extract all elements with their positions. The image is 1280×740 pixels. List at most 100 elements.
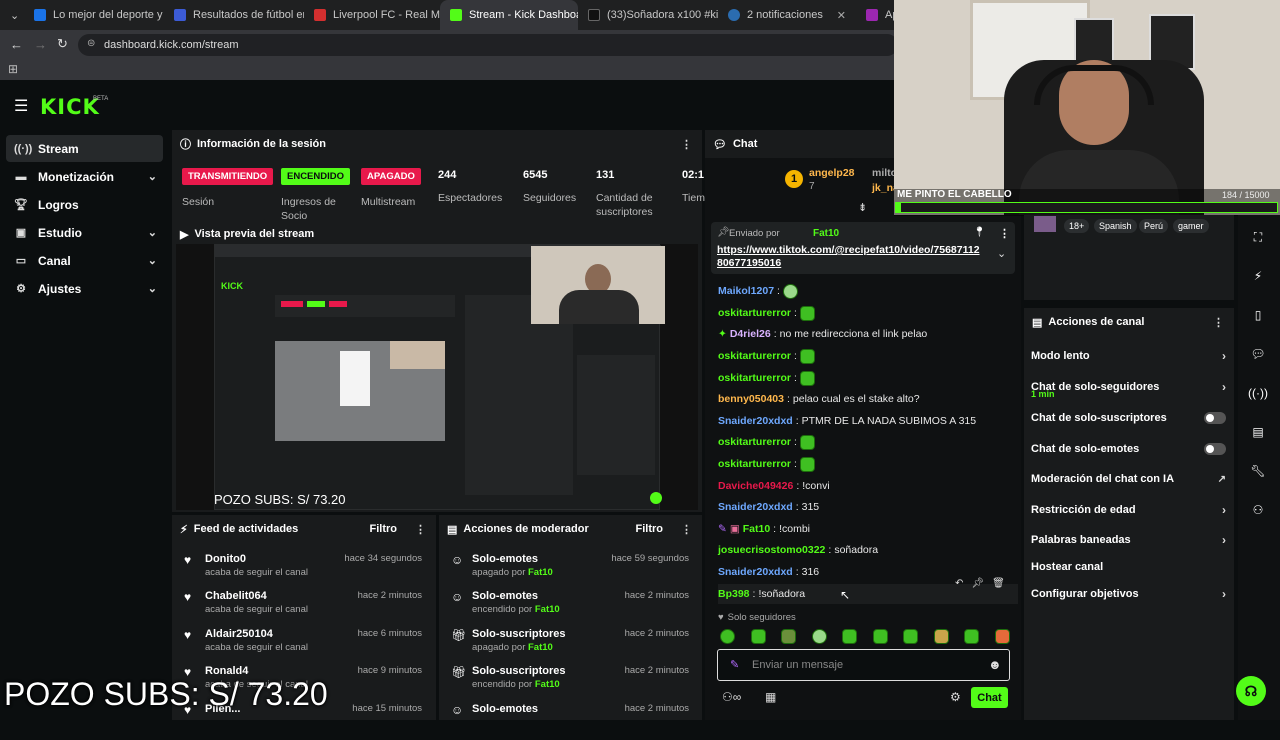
expand-icon[interactable]: ⛶: [1246, 225, 1270, 249]
heart-icon: ♥: [184, 590, 192, 604]
kick-logo[interactable]: KICK: [40, 95, 100, 119]
browser-tab-active[interactable]: Stream - Kick Dashboard✕: [440, 0, 578, 30]
sidebar-item-stream[interactable]: ((·)) Stream: [6, 135, 163, 162]
emote-icon[interactable]: [903, 629, 919, 644]
apps-grid-icon[interactable]: ⊞: [8, 62, 18, 76]
stat-value: 244: [438, 169, 457, 181]
status-badge: TRANSMITIENDO: [182, 168, 274, 185]
browser-tab[interactable]: Lo mejor del deporte y el✕: [24, 0, 164, 30]
category-thumbnail: [1034, 216, 1056, 232]
more-icon[interactable]: ⋮: [415, 523, 426, 536]
top-chatter[interactable]: angelp28: [809, 167, 855, 179]
filter-button[interactable]: Filtro: [370, 523, 398, 535]
preview-chat: [465, 295, 573, 495]
send-chat-button[interactable]: Chat: [971, 687, 1008, 708]
sidebar-item-ajustes[interactable]: ⚙ Ajustes ⌄: [6, 275, 163, 302]
lightning-icon: ⚡︎: [180, 523, 188, 536]
trophy-icon: 🏆︎: [14, 199, 28, 211]
broadcast-icon[interactable]: ((·)): [1246, 381, 1270, 405]
browser-tab[interactable]: Liverpool FC - Real Madri✕: [304, 0, 440, 30]
emote-icon[interactable]: [964, 629, 980, 644]
sidebar-item-monetizacion[interactable]: ▬ Monetización ⌄: [6, 163, 163, 190]
tag-chip[interactable]: Spanish: [1094, 219, 1137, 233]
preview-actions: [577, 355, 655, 475]
chat-bubble-icon[interactable]: 💬︎: [1246, 342, 1270, 366]
emote-icon[interactable]: [720, 629, 735, 644]
filter-button[interactable]: Filtro: [636, 523, 664, 535]
more-icon[interactable]: ⋮: [681, 138, 692, 151]
wrench-icon[interactable]: 🔧︎: [1246, 459, 1270, 483]
list-item: ☺ Solo-emotes encendido por Fat10 hace 2 mi…: [451, 590, 689, 615]
sidebar-item-logros[interactable]: 🏆︎ Logros: [6, 191, 163, 218]
emote-icon[interactable]: [750, 629, 766, 644]
action-configurar-objetivos[interactable]: Configurar objetivos ›: [1031, 587, 1226, 601]
action-solo-emotes[interactable]: Chat de solo-emotes: [1031, 442, 1226, 456]
close-icon[interactable]: ✕: [837, 9, 846, 22]
unpin-icon[interactable]: 📍︎: [973, 227, 986, 238]
url-field[interactable]: ⊜ dashboard.kick.com/stream: [78, 34, 898, 56]
emote-icon[interactable]: [994, 629, 1010, 644]
list-icon: ▤: [447, 523, 458, 536]
tab-list-button[interactable]: ⌄: [0, 0, 24, 30]
stream-preview-video[interactable]: KICK POZO SUBS: S/ 73.20: [176, 244, 698, 510]
action-solo-suscriptores[interactable]: Chat de solo-suscriptores: [1031, 411, 1226, 425]
reply-icon[interactable]: ↶: [955, 578, 963, 594]
reload-icon[interactable]: ↻: [57, 36, 68, 52]
pinned-link[interactable]: https://www.tiktok.com/@recipefat10/vide…: [717, 244, 985, 270]
info-icon: ⓘ: [180, 139, 191, 151]
site-info-icon[interactable]: ⊜: [87, 38, 95, 49]
browser-tab[interactable]: 2 notificaciones ✕: [718, 0, 856, 30]
emote-icon[interactable]: [781, 629, 797, 644]
sidebar-item-canal[interactable]: ▭ Canal ⌄: [6, 247, 163, 274]
action-palabras-baneadas[interactable]: Palabras baneadas ›: [1031, 533, 1226, 547]
emote-icon[interactable]: [811, 629, 827, 644]
goal-progress-bar: [895, 202, 1278, 213]
users-icon[interactable]: ⚇: [1246, 498, 1270, 522]
action-solo-seguidores[interactable]: Chat de solo-seguidores ›: [1031, 376, 1226, 398]
action-modo-lento[interactable]: Modo lento ›: [1031, 349, 1226, 363]
action-moderacion-ia[interactable]: Moderación del chat con IA ↗: [1031, 472, 1226, 486]
more-icon[interactable]: ⋮: [681, 523, 692, 536]
clipboard-icon[interactable]: ▤: [1246, 420, 1270, 444]
forward-icon[interactable]: →: [34, 37, 47, 52]
menu-icon[interactable]: ☰: [14, 96, 28, 116]
chat-message: Daviche049426: !convi: [718, 480, 830, 492]
more-icon[interactable]: ⋮: [999, 227, 1010, 240]
collapse-icon[interactable]: ⇟: [858, 201, 867, 214]
lightning-icon[interactable]: ⚡︎: [1246, 264, 1270, 288]
cursor-icon: ↖: [840, 588, 851, 602]
tag-chip[interactable]: Perú: [1139, 219, 1169, 233]
browser-tab[interactable]: App: [856, 0, 896, 30]
emote-icon: [799, 370, 815, 386]
trash-icon[interactable]: 🗑︎: [992, 578, 1005, 594]
back-icon[interactable]: ←: [10, 37, 23, 52]
radio-icon: ((·)): [14, 142, 33, 155]
webcam-goal-bar: ME PINTO EL CABELLO 184 / 15000: [894, 189, 1280, 216]
emote-icon[interactable]: [842, 629, 858, 644]
heart-icon: ♥: [184, 553, 192, 567]
more-icon[interactable]: ⋮: [1213, 316, 1224, 329]
pinned-author[interactable]: Fat10: [813, 228, 839, 239]
browser-tab[interactable]: (33)Soñadora x100 #kick✕: [578, 0, 718, 30]
gear-icon[interactable]: ⚙: [950, 690, 961, 704]
emoji-icon[interactable]: ☻: [988, 657, 1002, 672]
sidebar-item-estudio[interactable]: ▣ Estudio ⌄: [6, 219, 163, 246]
toggle-switch[interactable]: [1204, 443, 1226, 455]
webcam-feed: [894, 0, 1280, 215]
chat-input[interactable]: ✎ Enviar un mensaje ☻: [717, 649, 1010, 681]
tag-chip[interactable]: 18+: [1064, 219, 1090, 233]
browser-tab[interactable]: Resultados de fútbol en d✕: [164, 0, 304, 30]
toggle-switch[interactable]: [1204, 412, 1226, 424]
document-icon[interactable]: ▯: [1246, 303, 1270, 327]
chevron-down-icon[interactable]: ⌄: [997, 247, 1006, 260]
pin-icon[interactable]: 📌︎: [971, 578, 984, 594]
list-item: ♥ Aldair250104 acaba de seguir el canal hac…: [184, 628, 422, 653]
store-icon[interactable]: ▦: [765, 690, 776, 704]
action-hostear-canal[interactable]: Hostear canal: [1031, 560, 1226, 574]
emote-icon[interactable]: [872, 629, 888, 644]
users-icon[interactable]: ⚇∞: [722, 690, 741, 704]
tag-chip[interactable]: gamer: [1173, 219, 1209, 233]
support-headset-icon[interactable]: ☊: [1236, 676, 1266, 706]
emote-icon[interactable]: [933, 629, 949, 644]
action-restriccion-edad[interactable]: Restricción de edad ›: [1031, 503, 1226, 517]
